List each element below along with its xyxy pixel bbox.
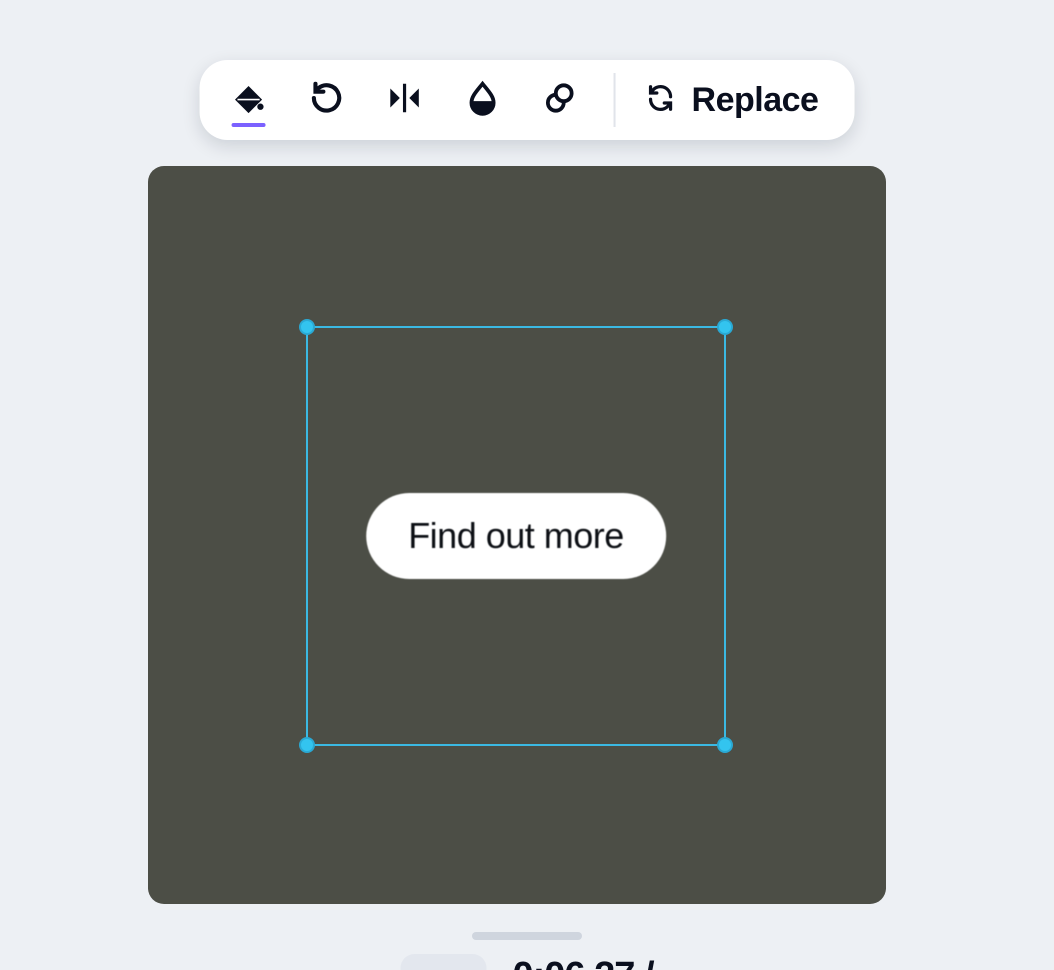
replace-label: Replace	[692, 81, 819, 120]
toolbar-divider	[614, 73, 616, 127]
context-toolbar: Replace	[200, 60, 855, 140]
resize-handle-top-right[interactable]	[717, 319, 733, 335]
playback-time: 0:06.27 /	[513, 955, 654, 970]
resize-handle-bottom-right[interactable]	[717, 737, 733, 753]
rotate-tool[interactable]	[298, 71, 356, 129]
editor-canvas[interactable]: Find out more	[148, 166, 886, 904]
replace-button[interactable]: Replace	[640, 81, 825, 120]
opacity-tool[interactable]	[454, 71, 512, 129]
selected-element-cta-button[interactable]: Find out more	[366, 493, 666, 579]
droplet-icon	[464, 79, 502, 122]
layers-icon	[542, 79, 580, 122]
resize-handle-bottom-left[interactable]	[299, 737, 315, 753]
fill-color-tool[interactable]	[220, 71, 278, 129]
flip-horizontal-icon	[386, 79, 424, 122]
layers-tool[interactable]	[532, 71, 590, 129]
panel-drag-handle[interactable]	[472, 932, 582, 940]
resize-handle-top-left[interactable]	[299, 319, 315, 335]
paint-bucket-icon	[230, 79, 268, 122]
rotate-ccw-icon	[308, 79, 346, 122]
zoom-control[interactable]	[401, 954, 487, 970]
refresh-icon	[646, 83, 676, 118]
playback-bar: 0:06.27 /	[401, 954, 654, 970]
selection-bounding-box[interactable]: Find out more	[306, 326, 726, 746]
flip-horizontal-tool[interactable]	[376, 71, 434, 129]
